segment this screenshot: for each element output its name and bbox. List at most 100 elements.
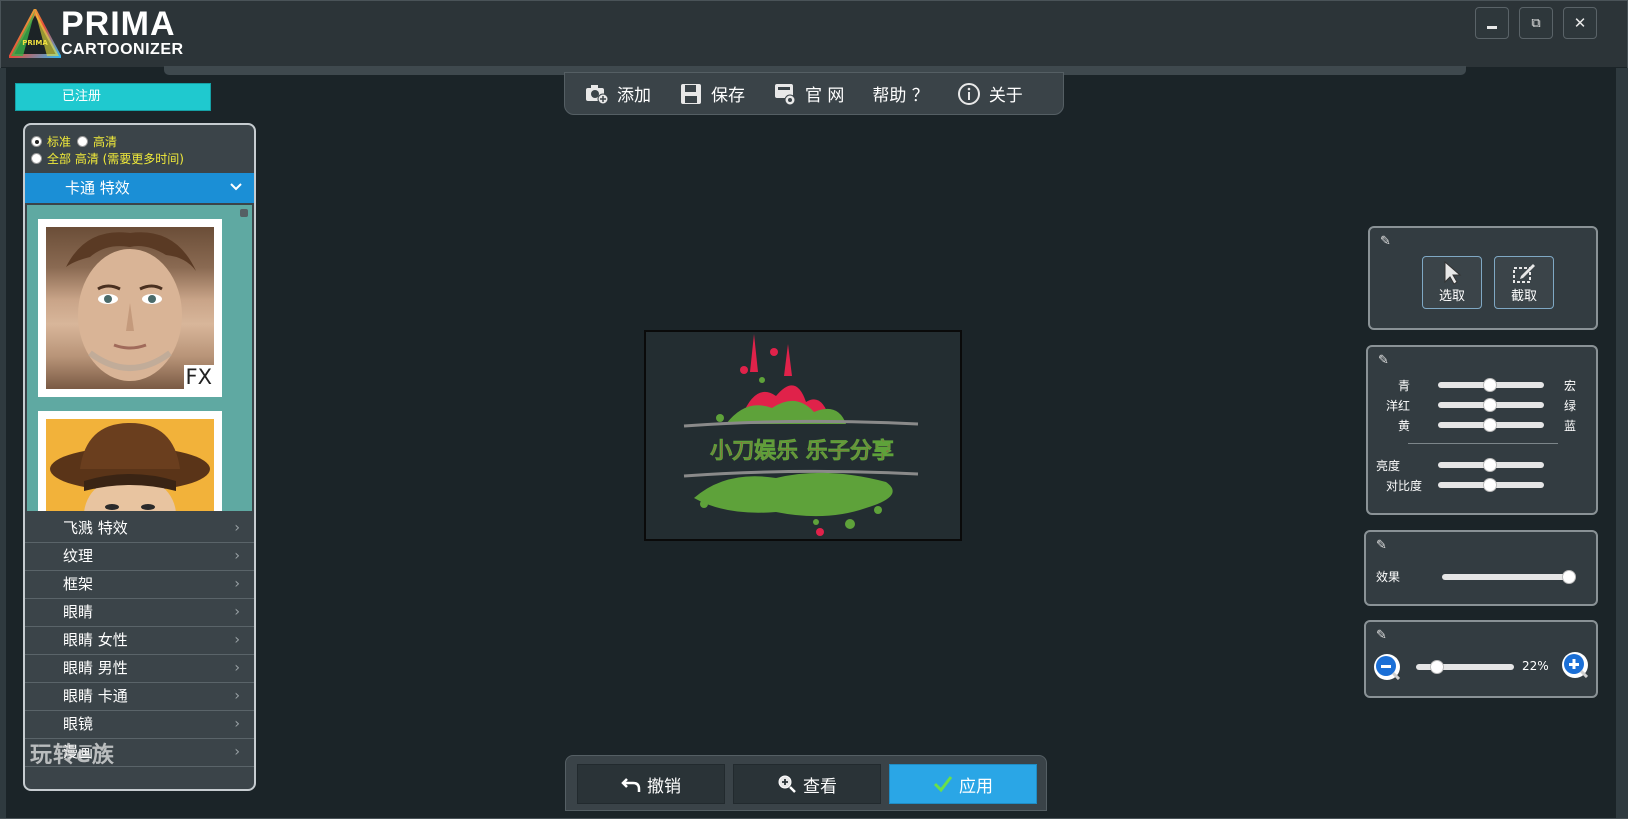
pin-icon[interactable]: ✎ — [1378, 353, 1389, 368]
minimize-button[interactable] — [1475, 7, 1509, 39]
zoom-value: 22% — [1522, 659, 1549, 673]
category-label: 眼镜 — [63, 715, 94, 733]
splash-logo-image: 小刀娱乐 乐子分享 — [683, 334, 919, 536]
about-button[interactable]: 关于 — [957, 81, 1023, 106]
category-eyes-male[interactable]: 眼睛 男性 › — [25, 655, 254, 683]
preview-image[interactable]: 小刀娱乐 乐子分享 — [644, 330, 962, 541]
contrast-label: 对比度 — [1386, 479, 1423, 493]
yellow-blue-slider[interactable] — [1438, 418, 1544, 432]
zoom-in-button[interactable] — [1562, 652, 1588, 678]
checkmark-icon — [933, 775, 953, 793]
all-hd-radio[interactable] — [31, 153, 42, 164]
undo-button[interactable]: 撤销 — [577, 764, 725, 804]
category-glasses[interactable]: 眼镜 › — [25, 711, 254, 739]
floppy-save-icon — [679, 82, 703, 106]
standard-label: 标准 — [47, 135, 72, 149]
slider-knob[interactable] — [1562, 570, 1576, 584]
help-button[interactable]: 帮助 ？ — [872, 81, 928, 106]
portrait-hat-image — [46, 419, 214, 511]
crop-label: 截取 — [1510, 289, 1537, 304]
chevron-right-icon: › — [234, 716, 240, 732]
panel-divider — [1408, 443, 1558, 444]
pin-icon[interactable]: ✎ — [1376, 538, 1387, 553]
slider-knob[interactable] — [1483, 418, 1497, 432]
zoom-out-button[interactable] — [1374, 654, 1400, 680]
effect-slider[interactable] — [1442, 570, 1576, 584]
website-label: 官 网 — [805, 86, 845, 106]
crop-tool-button[interactable]: 截取 — [1494, 256, 1554, 309]
hd-radio[interactable] — [77, 136, 89, 147]
slider-knob[interactable] — [1430, 660, 1444, 674]
category-label: 框架 — [63, 575, 94, 593]
undo-icon — [621, 775, 641, 793]
right-edge — [1616, 68, 1628, 818]
website-icon — [773, 82, 797, 106]
chevron-right-icon: › — [234, 744, 240, 760]
effect-thumbnail[interactable]: FX — [38, 219, 222, 397]
category-eyes-cartoon[interactable]: 眼睛 卡通 › — [25, 683, 254, 711]
effects-panel: 标准 高清 全部 高清 (需要更多时间) 卡通 特效 FX 飞溅 特效 › 纹理… — [23, 123, 256, 791]
category-texture[interactable]: 纹理 › — [25, 543, 254, 571]
red-label: 宏 — [1564, 379, 1577, 393]
category-splash-effects[interactable]: 飞溅 特效 › — [25, 515, 254, 543]
category-list: 飞溅 特效 › 纹理 › 框架 › 眼睛 › 眼睛 女性 › 眼睛 男性 › 眼睛 卡通 › … — [25, 515, 254, 767]
standard-radio[interactable] — [31, 136, 42, 147]
view-button[interactable]: 查看 — [733, 764, 881, 804]
category-label: 飞溅 特效 — [63, 519, 128, 537]
add-button[interactable]: 添加 — [585, 81, 651, 106]
contrast-slider[interactable] — [1438, 478, 1544, 492]
close-button[interactable]: ✕ — [1563, 7, 1597, 39]
category-eyes[interactable]: 眼睛 › — [25, 599, 254, 627]
help-label: 帮助 ？ — [872, 86, 929, 106]
green-label: 绿 — [1564, 399, 1577, 413]
registered-button[interactable]: 已注册 — [15, 83, 211, 111]
zoom-panel: ✎ 22% — [1364, 620, 1598, 698]
slider-knob[interactable] — [1483, 398, 1497, 412]
image-text: 小刀娱乐 乐子分享 — [710, 438, 894, 464]
category-eyes-female[interactable]: 眼睛 女性 › — [25, 627, 254, 655]
color-balance-panel: ✎ 青 宏 洋红 绿 黄 蓝 亮度 对比度 — [1366, 345, 1598, 515]
all-hd-label: 全部 高清 (需要更多时间) — [47, 152, 184, 166]
logo-title: PRIMA — [61, 5, 176, 43]
about-label: 关于 — [988, 86, 1023, 106]
cyan-red-slider[interactable] — [1438, 378, 1544, 392]
main-toolbar: 添加 保存 官 网 帮助 ？ 关于 — [564, 72, 1064, 115]
bottom-action-bar: 撤销 查看 应用 — [565, 755, 1047, 811]
hd-label: 高清 — [93, 135, 118, 149]
pin-icon[interactable]: ✎ — [1376, 628, 1387, 643]
logo-subtitle: CARTOONIZER — [61, 41, 184, 58]
zoom-out-icon — [1376, 656, 1400, 680]
camera-add-icon — [585, 82, 609, 106]
magenta-green-slider[interactable] — [1438, 398, 1544, 412]
slider-knob[interactable] — [1483, 458, 1497, 472]
chevron-right-icon: › — [234, 688, 240, 704]
effect-thumbnail[interactable] — [38, 411, 222, 511]
title-bar: PRIMA PRIMA CARTOONIZER ⧉ ✕ — [1, 1, 1627, 67]
view-label: 查看 — [803, 776, 837, 797]
yellow-label: 黄 — [1398, 419, 1411, 433]
chevron-right-icon: › — [234, 548, 240, 564]
chevron-right-icon: › — [234, 604, 240, 620]
zoom-slider[interactable] — [1416, 660, 1514, 674]
category-frame[interactable]: 框架 › — [25, 571, 254, 599]
slider-knob[interactable] — [1483, 478, 1497, 492]
cyan-label: 青 — [1398, 379, 1411, 393]
slider-knob[interactable] — [1483, 378, 1497, 392]
pin-icon[interactable]: ✎ — [1380, 234, 1391, 249]
effect-strength-panel: ✎ 效果 — [1364, 530, 1598, 606]
brightness-slider[interactable] — [1438, 458, 1544, 472]
apply-button[interactable]: 应用 — [889, 764, 1037, 804]
save-button[interactable]: 保存 — [679, 81, 745, 106]
save-label: 保存 — [711, 86, 745, 106]
cursor-arrow-icon — [1444, 260, 1462, 285]
fx-badge: FX — [183, 365, 214, 389]
magenta-label: 洋红 — [1386, 399, 1411, 413]
chevron-right-icon: › — [234, 660, 240, 676]
restore-button[interactable]: ⧉ — [1519, 7, 1553, 39]
thumbnail-scrollbar[interactable] — [240, 209, 248, 217]
select-tool-button[interactable]: 选取 — [1422, 256, 1482, 309]
website-button[interactable]: 官 网 — [773, 81, 844, 106]
chevron-right-icon: › — [234, 632, 240, 648]
category-cartoon-effects[interactable]: 卡通 特效 — [25, 173, 254, 203]
prima-logo-icon: PRIMA — [9, 9, 61, 58]
